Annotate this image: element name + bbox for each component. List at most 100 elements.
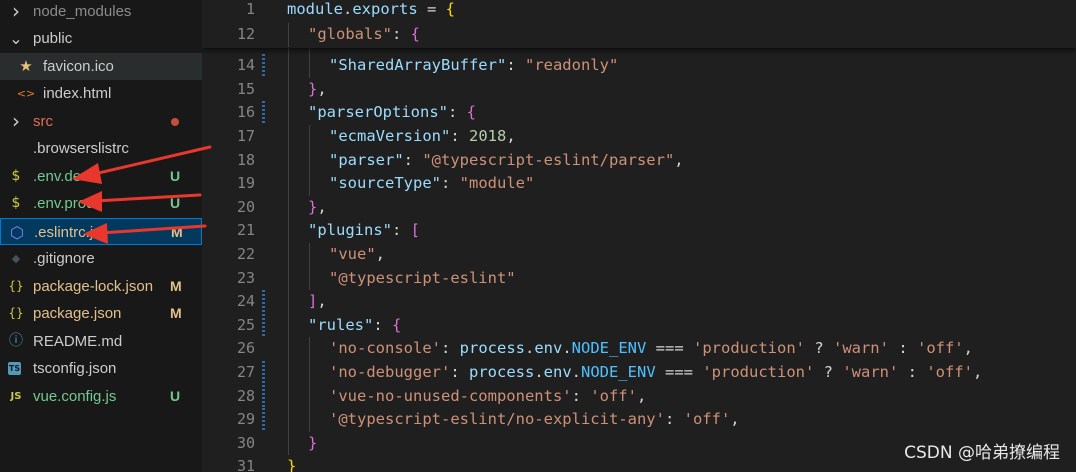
code-token: ? [804,339,833,358]
code-line[interactable]: 16 "parserOptions": { [202,101,1076,125]
indent-guide [309,172,310,196]
code-token: exports [352,0,418,18]
explorer-item-label: .env.prod [33,195,95,212]
code-token: "plugins" [308,221,392,240]
explorer-item-label: index.html [43,85,112,102]
sticky-line[interactable]: 1 module.exports = { [202,0,1076,22]
code-line[interactable]: 20}, [202,195,1076,220]
explorer-item-gitignore[interactable]: ◆ .gitignore [0,245,202,272]
code-token: 'off' [916,339,964,358]
code-token: , [375,245,386,263]
code-line[interactable]: 28 'vue-no-unused-components': 'off', [202,384,1076,409]
code-token: 'warn' [842,363,899,381]
code-line[interactable]: 27'no-debugger': process.env.NODE_ENV ==… [202,361,1076,385]
explorer-item-public[interactable]: ⌄ public [0,25,202,52]
explorer-item-package-lock-json[interactable]: {} package-lock.json M [0,273,202,300]
code-text: "plugins": [ [308,219,420,243]
explorer-item-tsconfig-json[interactable]: TS tsconfig.json [0,355,202,382]
code-token: ? [814,363,843,381]
git-status-badge: M [170,305,182,321]
code-line[interactable]: 24], [202,290,1076,314]
explorer-item-label: README.md [33,332,123,350]
explorer-item-readme-md[interactable]: ⓘ README.md [0,328,202,355]
star-icon: ★ [19,56,33,75]
explorer-item-eslintrc-js[interactable]: ⬡ .eslintrc.js M [0,217,202,245]
indent-guide [288,408,289,432]
explorer-item-env-dev[interactable]: $ .env.dev U [0,163,202,190]
code-token: 'production' [702,363,815,381]
git-status-badge: M [171,223,183,240]
code-token: : [450,363,469,381]
explorer-item-env-prod[interactable]: $ .env.prod U [0,190,202,217]
git-modified-marker[interactable] [262,290,265,314]
chevron-down-icon[interactable]: ⌄ [8,25,24,52]
git-modified-marker[interactable] [262,313,265,338]
code-token: , [636,386,647,405]
dollar-icon: $ [11,195,21,211]
code-line[interactable]: 21 "plugins": [ [202,219,1076,243]
sticky-line[interactable]: 12 "globals": { [202,23,1076,47]
git-modified-marker[interactable] [262,54,265,78]
code-text: 'vue-no-unused-components': 'off', [329,385,646,409]
git-modified-marker[interactable] [262,408,265,432]
explorer-item-vue-config-js[interactable]: JS vue.config.js U [0,383,202,410]
blank-icon [8,135,24,162]
line-number: 19 [236,174,255,193]
explorer-item-label: vue.config.js [33,387,117,405]
explorer-item-label: public [33,30,73,47]
code-line[interactable]: 14 "SharedArrayBuffer": "readonly" [202,54,1076,78]
code-line[interactable]: 17 "ecmaVersion": 2018, [202,125,1076,149]
code-text: } [287,455,296,472]
chevron-right-icon[interactable]: › [8,108,24,135]
indent-guide [288,431,289,456]
git-modified-marker[interactable] [262,384,265,409]
code-token: : [403,150,423,169]
html-icon: <> [16,87,36,100]
explorer-item-label: src [33,112,53,130]
code-text: 'no-debugger': process.env.NODE_ENV === … [329,361,982,385]
code-line[interactable]: 22 "vue", [202,243,1076,267]
code-editor[interactable]: 14 "SharedArrayBuffer": "readonly" 15}, 16 "… [202,0,1076,472]
code-line[interactable]: 25 "rules": { [202,313,1076,338]
code-token: process [459,339,525,358]
code-token: ] [308,292,318,311]
explorer-item-favicon-ico[interactable]: ★ favicon.ico [0,52,202,80]
code-line[interactable]: 29 '@typescript-eslint/no-explicit-any': … [202,408,1076,432]
watermark: CSDN @哈弟撩编程 [904,443,1060,463]
explorer-item-browserslistrc[interactable]: .browserslistrc [0,135,202,162]
git-modified-marker[interactable] [262,361,265,385]
code-text: "parser": "@typescript-eslint/parser", [329,149,684,173]
indent-guide [288,195,289,220]
git-modified-marker[interactable] [262,101,265,125]
code-token: "readonly" [524,56,619,75]
code-token: : [506,56,525,75]
code-token: 2018 [469,127,507,145]
indent-guide [288,290,289,314]
chevron-right-icon[interactable]: › [8,0,24,25]
code-token: "sourceType" [329,174,441,193]
explorer-item-node-modules[interactable]: › node_modules [0,0,202,25]
line-number: 15 [236,79,255,98]
explorer-item-index-html[interactable]: <> index.html [0,80,202,107]
ts-icon: TS [8,362,21,375]
code-line[interactable]: 18 "parser": "@typescript-eslint/parser", [202,148,1076,173]
code-line[interactable]: 19 "sourceType": "module" [202,172,1076,196]
explorer-item-label: .browserslistrc [33,140,129,157]
git-icon: ◆ [11,252,21,265]
code-text: }, [308,196,327,220]
code-token: = [417,0,446,18]
code-token: , [317,292,327,311]
code-token: 'no-debugger' [329,363,451,381]
indent-guide [288,313,289,338]
explorer-item-package-json[interactable]: {} package.json M [0,300,202,327]
explorer-item-label: node_modules [33,2,132,20]
explorer-item-src[interactable]: › src [0,108,202,135]
code-line[interactable]: 23 "@typescript-eslint" [202,266,1076,291]
code-token: '@typescript-eslint/no-explicit-any' [329,410,665,429]
indent-guide [288,361,289,385]
code-token: : [440,339,460,358]
code-token: } [308,79,318,98]
code-line[interactable]: 15}, [202,77,1076,102]
code-line[interactable]: 26'no-console': process.env.NODE_ENV ===… [202,337,1076,361]
code-token: : [447,103,467,122]
